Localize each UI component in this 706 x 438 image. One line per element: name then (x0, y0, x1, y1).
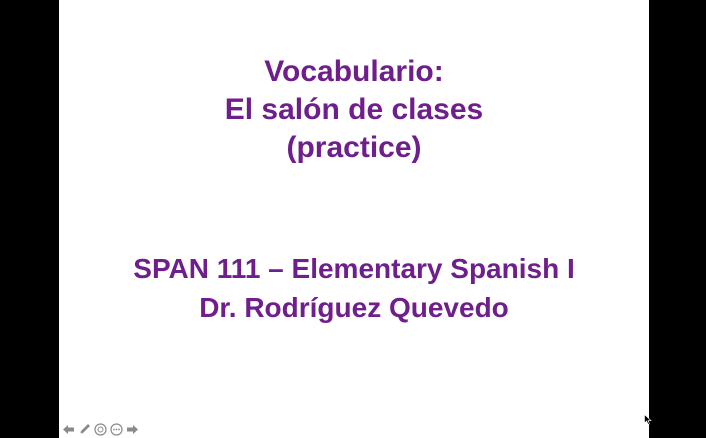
slideshow-controls (61, 421, 140, 437)
slide-subtitle: SPAN 111 – Elementary Spanish I Dr. Rodr… (59, 249, 649, 327)
pen-icon[interactable] (77, 422, 92, 437)
title-line-1: Vocabulario: (264, 55, 444, 88)
course-name: SPAN 111 – Elementary Spanish I (133, 253, 575, 284)
title-line-2: El salón de clases (224, 93, 484, 126)
slide: Vocabulario: El salón de clases (practic… (59, 0, 652, 438)
zoom-icon[interactable] (93, 422, 108, 437)
instructor-name: Dr. Rodríguez Quevedo (199, 292, 509, 323)
title-line-3: (practice) (286, 131, 422, 164)
slide-title: Vocabulario: El salón de clases (practic… (59, 53, 649, 167)
presentation-screen: Vocabulario: El salón de clases (practic… (0, 0, 706, 438)
previous-arrow-icon[interactable] (61, 422, 76, 437)
next-arrow-icon[interactable] (125, 422, 140, 437)
more-options-icon[interactable] (109, 422, 124, 437)
mouse-cursor-icon (644, 414, 652, 425)
